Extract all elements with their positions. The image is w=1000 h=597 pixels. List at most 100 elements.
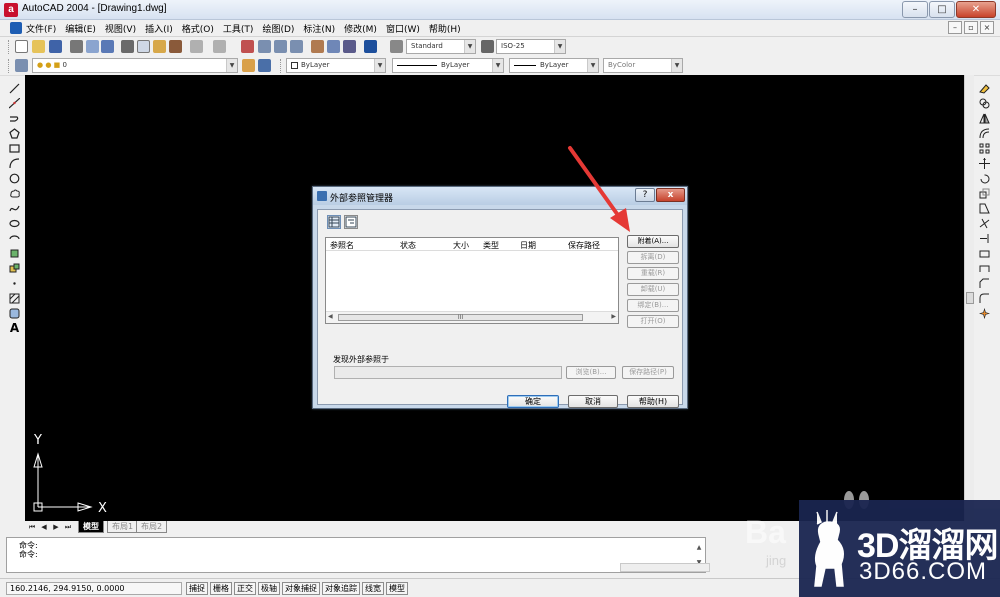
mirror-icon[interactable] (979, 113, 990, 124)
plot-preview-icon[interactable] (86, 40, 99, 53)
maximize-button[interactable]: □ (929, 1, 955, 18)
help-button[interactable]: 帮助(H) (627, 395, 679, 408)
text-style-select[interactable]: Standard ▼ (406, 39, 476, 54)
bind-button[interactable]: 绑定(B)... (627, 299, 679, 312)
properties-icon[interactable] (311, 40, 324, 53)
save-icon[interactable] (49, 40, 62, 53)
otrack-toggle[interactable]: 对象追踪 (322, 582, 360, 595)
scrollbar-thumb[interactable]: III (338, 314, 583, 321)
insert-block-icon[interactable] (9, 248, 20, 259)
rotate-icon[interactable] (979, 173, 990, 184)
menu-file[interactable]: 文件(F) (26, 22, 56, 35)
toolbar-grip[interactable] (280, 59, 283, 73)
menu-tools[interactable]: 工具(T) (223, 22, 254, 35)
col-saved-path[interactable]: 保存路径 (568, 240, 600, 251)
col-type[interactable]: 类型 (483, 240, 499, 251)
break-icon[interactable] (979, 248, 990, 259)
autocad-app-icon[interactable]: a (4, 3, 18, 17)
layer-previous-icon[interactable] (258, 59, 271, 72)
dim-style-select[interactable]: ISO-25 ▼ (496, 39, 566, 54)
document-icon[interactable] (10, 22, 22, 34)
polyline-icon[interactable] (9, 113, 20, 124)
scrollbar-thumb[interactable] (966, 292, 974, 304)
menu-dimension[interactable]: 标注(N) (303, 22, 335, 35)
menu-insert[interactable]: 插入(I) (145, 22, 173, 35)
vertical-scrollbar[interactable] (964, 75, 974, 521)
model-toggle[interactable]: 模型 (386, 582, 408, 595)
paste-icon[interactable] (153, 40, 166, 53)
erase-icon[interactable] (979, 83, 990, 94)
explode-icon[interactable] (979, 308, 990, 319)
pan-icon[interactable] (241, 40, 254, 53)
move-icon[interactable] (979, 158, 990, 169)
menu-view[interactable]: 视图(V) (105, 22, 136, 35)
xref-list[interactable]: 参照名 状态 大小 类型 日期 保存路径 ◀ III ▶ (325, 237, 619, 324)
coordinate-display[interactable]: 160.2146, 294.9150, 0.0000 (6, 582, 182, 595)
copy-object-icon[interactable] (979, 98, 990, 109)
polygon-icon[interactable] (9, 128, 20, 139)
tab-prev-icon[interactable]: ◀ (39, 522, 49, 532)
array-icon[interactable] (979, 143, 990, 154)
cut-icon[interactable] (121, 40, 134, 53)
command-window[interactable]: 命令: 命令: ▲▼ (6, 537, 706, 573)
doc-restore-button[interactable]: ▫ (964, 21, 978, 34)
ok-button[interactable]: 确定 (507, 395, 559, 408)
arc-icon[interactable] (9, 158, 20, 169)
make-block-icon[interactable] (9, 263, 20, 274)
lineweight-toggle[interactable]: 线宽 (362, 582, 384, 595)
help-icon[interactable] (364, 40, 377, 53)
list-view-icon[interactable] (327, 215, 341, 229)
col-ref-name[interactable]: 参照名 (330, 240, 354, 251)
make-current-layer-icon[interactable] (242, 59, 255, 72)
line-icon[interactable] (9, 83, 20, 94)
trim-icon[interactable] (979, 218, 990, 229)
detach-button[interactable]: 拆离(D) (627, 251, 679, 264)
scale-icon[interactable] (979, 188, 990, 199)
hatch-icon[interactable] (9, 293, 20, 304)
zoom-window-icon[interactable] (274, 40, 287, 53)
menu-draw[interactable]: 绘图(D) (262, 22, 294, 35)
lineweight-select[interactable]: ByLayer ▼ (509, 58, 599, 73)
toolbar-grip[interactable] (8, 40, 11, 54)
open-button[interactable]: 打开(O) (627, 315, 679, 328)
doc-minimize-button[interactable]: – (948, 21, 962, 34)
browse-button[interactable]: 浏览(B)... (566, 366, 616, 379)
minimize-button[interactable]: – (902, 1, 928, 18)
menu-modify[interactable]: 修改(M) (344, 22, 377, 35)
fillet-icon[interactable] (979, 293, 990, 304)
cancel-button[interactable]: 取消 (568, 395, 618, 408)
snap-toggle[interactable]: 捕捉 (186, 582, 208, 595)
tool-palettes-icon[interactable] (343, 40, 356, 53)
menu-help[interactable]: 帮助(H) (429, 22, 461, 35)
tab-model[interactable]: 模型 (78, 521, 104, 533)
dim-style-icon[interactable] (481, 40, 494, 53)
tab-first-icon[interactable]: ⏮ (27, 522, 37, 532)
col-size[interactable]: 大小 (453, 240, 469, 251)
stretch-icon[interactable] (979, 203, 990, 214)
layer-select[interactable]: ● ● ■ 0 ▼ (32, 58, 238, 73)
redo-icon[interactable] (213, 40, 226, 53)
revision-cloud-icon[interactable] (9, 188, 20, 199)
xref-list-scrollbar[interactable]: ◀ III ▶ (326, 311, 618, 323)
tab-layout2[interactable]: 布局2 (136, 521, 168, 533)
text-style-icon[interactable] (390, 40, 403, 53)
polar-toggle[interactable]: 极轴 (258, 582, 280, 595)
scroll-left-icon[interactable]: ◀ (328, 313, 333, 320)
menu-window[interactable]: 窗口(W) (386, 22, 420, 35)
tree-view-icon[interactable] (344, 215, 358, 229)
print-icon[interactable] (70, 40, 83, 53)
color-select[interactable]: ByLayer ▼ (286, 58, 386, 73)
copy-icon[interactable] (137, 40, 150, 53)
tab-last-icon[interactable]: ⏭ (63, 522, 73, 532)
menu-format[interactable]: 格式(O) (182, 22, 214, 35)
construction-line-icon[interactable] (9, 98, 20, 109)
undo-icon[interactable] (190, 40, 203, 53)
zoom-realtime-icon[interactable] (258, 40, 271, 53)
new-icon[interactable] (15, 40, 28, 53)
open-icon[interactable] (32, 40, 45, 53)
scroll-right-icon[interactable]: ▶ (611, 313, 616, 320)
col-status[interactable]: 状态 (400, 240, 416, 251)
dialog-close-button[interactable]: x (656, 188, 685, 202)
osnap-toggle[interactable]: 对象捕捉 (282, 582, 320, 595)
doc-close-button[interactable]: × (980, 21, 994, 34)
